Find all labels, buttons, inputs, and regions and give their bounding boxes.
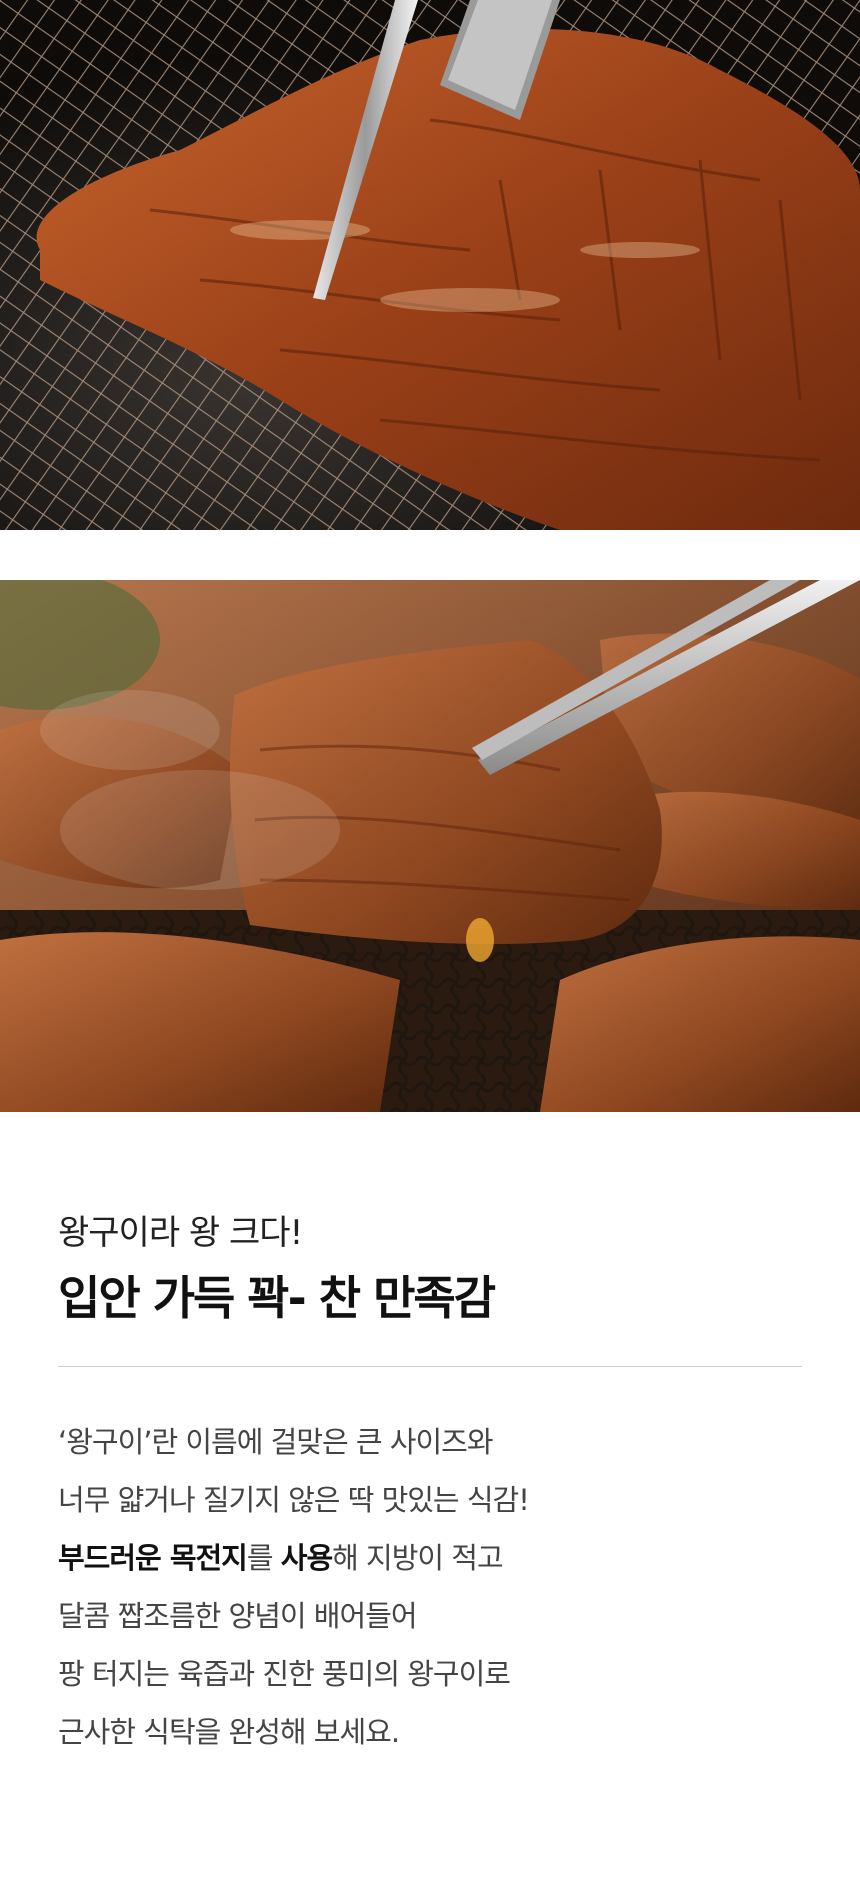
description-line-1: ‘왕구이’란 이름에 걸맞은 큰 사이즈와 — [58, 1425, 494, 1459]
description-line-3: 부드러운 목전지를 사용해 지방이 적고 — [58, 1529, 802, 1587]
headline-subtitle: 왕구이라 왕 크다! — [58, 1213, 303, 1253]
highlight-cut-name: 부드러운 목전지 — [58, 1541, 248, 1575]
section-divider — [58, 1366, 802, 1367]
product-description: ‘왕구이’란 이름에 걸맞은 큰 사이즈와 너무 얇거나 질기지 않은 딱 맛있… — [58, 1413, 802, 1761]
description-line-3-part-b: 해 지방이 적고 — [332, 1541, 504, 1575]
headline-title: 입안 가득 꽉- 찬 만족감 — [58, 1271, 496, 1325]
grilled-pork-image-icon — [0, 580, 860, 1112]
grilled-meat-photo-bottom — [0, 580, 860, 1112]
grilled-meat-photo-top — [0, 0, 860, 530]
description-line-5: 팡 터지는 육즙과 진한 풍미의 왕구이로 — [58, 1657, 511, 1691]
description-line-2: 너무 얇거나 질기지 않은 딱 맛있는 식감! — [58, 1483, 530, 1517]
grilled-meat-image-icon — [0, 0, 860, 530]
description-line-3-part-a: 를 — [246, 1541, 281, 1575]
description-line-6: 근사한 식탁을 완성해 보세요. — [58, 1715, 400, 1749]
highlight-use: 사용 — [280, 1541, 333, 1575]
description-line-4: 달콤 짭조름한 양념이 배어들어 — [58, 1599, 418, 1633]
